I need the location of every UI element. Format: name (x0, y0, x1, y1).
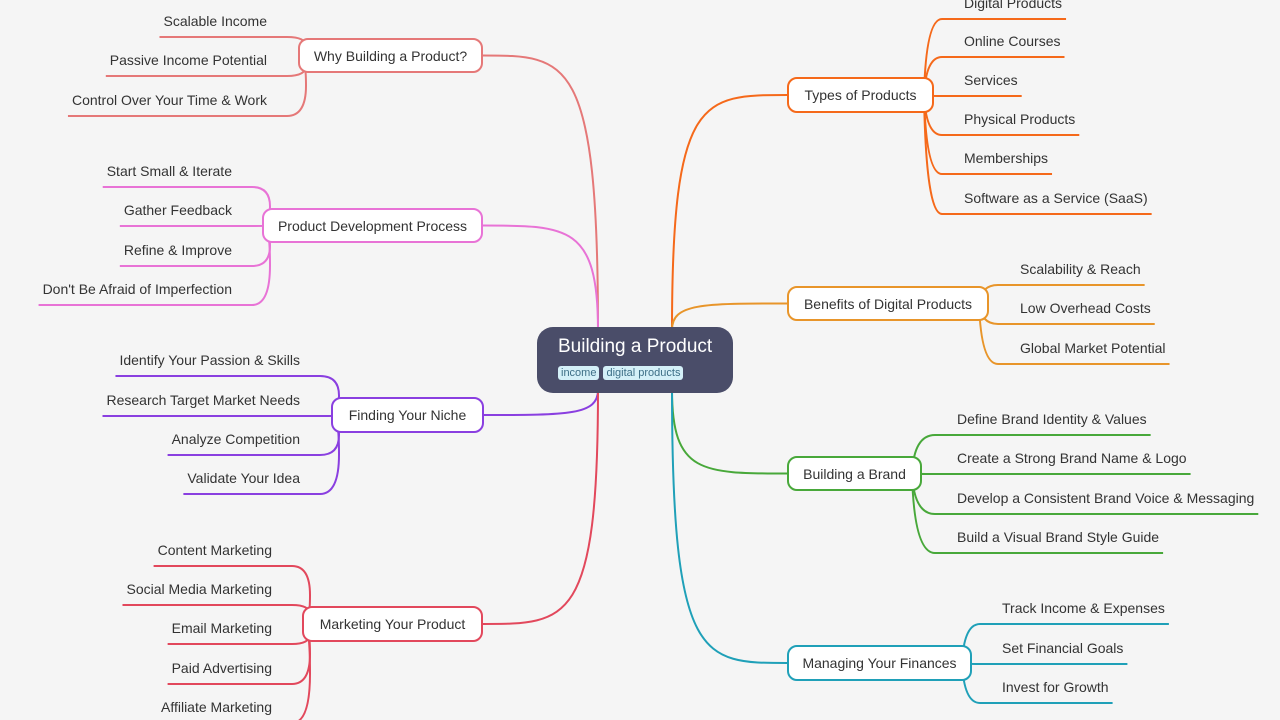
subtopic[interactable]: Research Target Market Needs (107, 392, 301, 408)
subtopic-line (911, 472, 1191, 475)
subtopic[interactable]: Online Courses (964, 33, 1061, 49)
branch-line (482, 389, 599, 625)
subtopic[interactable]: Build a Visual Brand Style Guide (957, 529, 1159, 545)
subtopic[interactable]: Track Income & Expenses (1002, 600, 1165, 616)
subtopic[interactable]: Don't Be Afraid of Imperfection (43, 281, 232, 297)
subtopic[interactable]: Digital Products (964, 0, 1062, 11)
tag-list: income digital products (558, 366, 733, 380)
subtopic[interactable]: Refine & Improve (124, 242, 232, 258)
topic-why-building-a-product[interactable]: Why Building a Product? (298, 38, 483, 73)
tag-digital-products[interactable]: digital products (603, 366, 684, 380)
subtopic[interactable]: Global Market Potential (1020, 340, 1166, 356)
subtopic-line (923, 94, 1022, 97)
subtopic[interactable]: Control Over Your Time & Work (72, 92, 267, 108)
subtopic[interactable]: Email Marketing (172, 620, 272, 636)
subtopic[interactable]: Set Financial Goals (1002, 640, 1123, 656)
subtopic[interactable]: Invest for Growth (1002, 679, 1109, 695)
subtopic[interactable]: Analyze Competition (172, 431, 300, 447)
subtopic[interactable]: Identify Your Passion & Skills (119, 352, 300, 368)
subtopic-line (119, 224, 272, 227)
subtopic[interactable]: Start Small & Iterate (107, 163, 232, 179)
topic-product-development-process[interactable]: Product Development Process (262, 208, 483, 243)
topic-benefits-of-digital-products[interactable]: Benefits of Digital Products (787, 286, 989, 321)
subtopic[interactable]: Content Marketing (158, 542, 272, 558)
subtopic[interactable]: Validate Your Idea (187, 470, 300, 486)
subtopic[interactable]: Affiliate Marketing (161, 699, 272, 715)
subtopic[interactable]: Social Media Marketing (126, 581, 272, 597)
topic-finding-your-niche[interactable]: Finding Your Niche (331, 397, 484, 433)
subtopic[interactable]: Create a Strong Brand Name & Logo (957, 450, 1187, 466)
subtopic[interactable]: Physical Products (964, 111, 1075, 127)
subtopic[interactable]: Software as a Service (SaaS) (964, 190, 1148, 206)
subtopic[interactable]: Scalable Income (163, 13, 267, 29)
subtopic-line (961, 662, 1128, 665)
topic-building-a-brand[interactable]: Building a Brand (787, 456, 922, 491)
subtopic[interactable]: Paid Advertising (172, 660, 272, 676)
subtopic[interactable]: Scalability & Reach (1020, 261, 1141, 277)
central-topic-title: Building a Product (558, 336, 713, 357)
topic-managing-your-finances[interactable]: Managing Your Finances (787, 645, 972, 681)
branch-line (671, 389, 788, 475)
tag-income[interactable]: income (558, 366, 600, 380)
branch-line (482, 224, 599, 331)
topic-types-of-products[interactable]: Types of Products (787, 77, 934, 113)
subtopic[interactable]: Low Overhead Costs (1020, 300, 1151, 316)
subtopic[interactable]: Passive Income Potential (110, 52, 267, 68)
subtopic[interactable]: Services (964, 72, 1018, 88)
branch-line (482, 54, 599, 331)
topic-marketing-your-product[interactable]: Marketing Your Product (302, 606, 483, 642)
branch-line (671, 389, 788, 664)
branch-line (671, 94, 788, 331)
subtopic-line (102, 414, 341, 417)
subtopic[interactable]: Gather Feedback (124, 202, 232, 218)
branch-line (483, 389, 599, 416)
subtopic[interactable]: Memberships (964, 150, 1048, 166)
central-topic[interactable]: Building a Product income digital produc… (537, 327, 733, 393)
subtopic[interactable]: Define Brand Identity & Values (957, 411, 1147, 427)
subtopic[interactable]: Develop a Consistent Brand Voice & Messa… (957, 490, 1254, 506)
